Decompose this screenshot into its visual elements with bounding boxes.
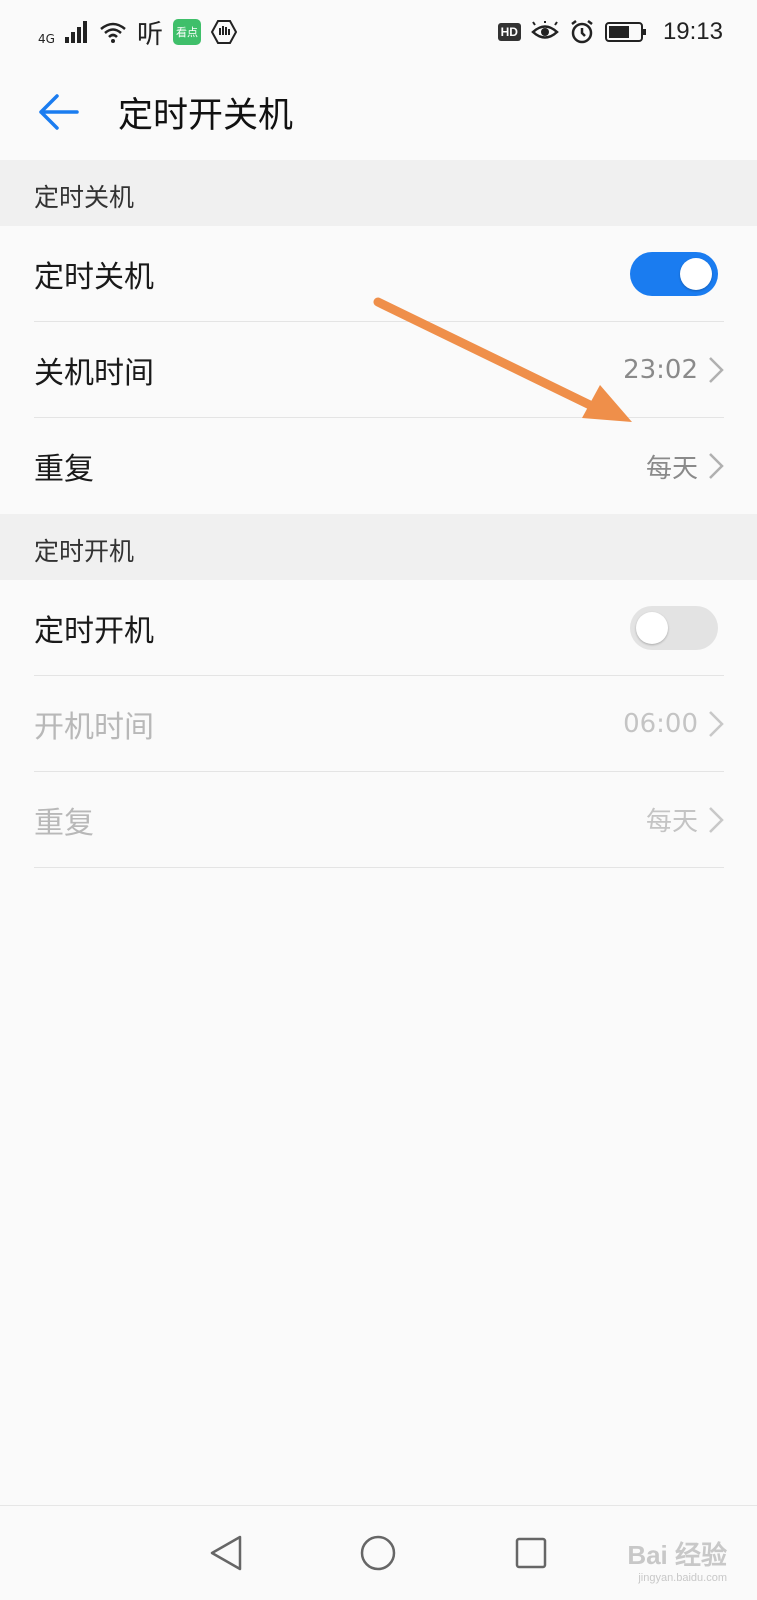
network-type: 4G bbox=[38, 31, 55, 46]
triangle-back-icon bbox=[210, 1535, 242, 1571]
nav-recents-button[interactable] bbox=[501, 1523, 561, 1583]
chevron-right-icon bbox=[709, 453, 724, 479]
boot-repeat-row[interactable]: 重复 每天 bbox=[34, 772, 724, 868]
boot-time-label: 开机时间 bbox=[34, 709, 154, 745]
page-title: 定时开关机 bbox=[118, 95, 294, 136]
ting-app-icon: 听 bbox=[136, 19, 163, 50]
status-bar: 4G 听 看点 HD 19:13 bbox=[0, 0, 757, 64]
chevron-right-icon bbox=[709, 806, 724, 833]
watermark-main: Bai 经验 bbox=[627, 1540, 727, 1570]
battery-icon bbox=[604, 22, 646, 42]
hand-stop-icon bbox=[210, 20, 237, 44]
shutdown-repeat-label: 重复 bbox=[34, 452, 94, 487]
boot-toggle-switch[interactable] bbox=[630, 605, 718, 650]
boot-repeat-label: 重复 bbox=[34, 805, 94, 841]
status-bar-right: HD 19:13 bbox=[497, 18, 723, 46]
section-header-boot: 定时开机 bbox=[0, 514, 757, 580]
clock-time: 19:13 bbox=[662, 18, 723, 45]
boot-time-row[interactable]: 开机时间 06:00 bbox=[34, 676, 724, 772]
square-recents-icon bbox=[515, 1537, 547, 1569]
nav-back-button[interactable] bbox=[196, 1523, 256, 1583]
status-bar-left: 4G 听 看点 bbox=[38, 14, 237, 51]
shutdown-toggle-label: 定时关机 bbox=[34, 259, 154, 295]
wifi-icon bbox=[100, 22, 126, 43]
kandian-app-icon: 看点 bbox=[172, 19, 201, 45]
shutdown-toggle-row[interactable]: 定时关机 bbox=[34, 226, 724, 322]
boot-repeat-value: 每天 bbox=[645, 807, 698, 837]
signal-icon bbox=[64, 21, 87, 43]
shutdown-toggle-switch[interactable] bbox=[630, 251, 718, 296]
shutdown-repeat-value: 每天 bbox=[645, 453, 698, 484]
shutdown-repeat-row[interactable]: 重复 每天 bbox=[34, 418, 724, 514]
section-header-shutdown: 定时关机 bbox=[0, 160, 757, 226]
shutdown-time-row[interactable]: 关机时间 23:02 bbox=[34, 322, 724, 418]
eye-icon bbox=[531, 21, 559, 39]
shutdown-time-label: 关机时间 bbox=[34, 355, 154, 391]
app-bar: 定时开关机 bbox=[0, 64, 757, 162]
baidu-watermark: Bai 经验 jingyan.baidu.com bbox=[627, 1535, 727, 1584]
boot-toggle-row[interactable]: 定时开机 bbox=[34, 580, 724, 676]
hd-icon: HD bbox=[497, 23, 521, 41]
shutdown-time-value: 23:02 bbox=[623, 354, 698, 385]
back-button[interactable] bbox=[18, 64, 98, 160]
nav-home-button[interactable] bbox=[348, 1523, 408, 1583]
toggle-knob bbox=[636, 611, 668, 644]
chevron-right-icon bbox=[709, 356, 724, 383]
alarm-icon bbox=[571, 20, 593, 44]
watermark-sub: jingyan.baidu.com bbox=[638, 1572, 727, 1584]
chevron-right-icon bbox=[709, 710, 724, 737]
back-arrow-icon bbox=[39, 94, 79, 130]
toggle-knob bbox=[680, 257, 712, 290]
circle-home-icon bbox=[361, 1535, 396, 1571]
boot-time-value: 06:00 bbox=[623, 708, 698, 739]
boot-toggle-label: 定时开机 bbox=[34, 613, 154, 649]
